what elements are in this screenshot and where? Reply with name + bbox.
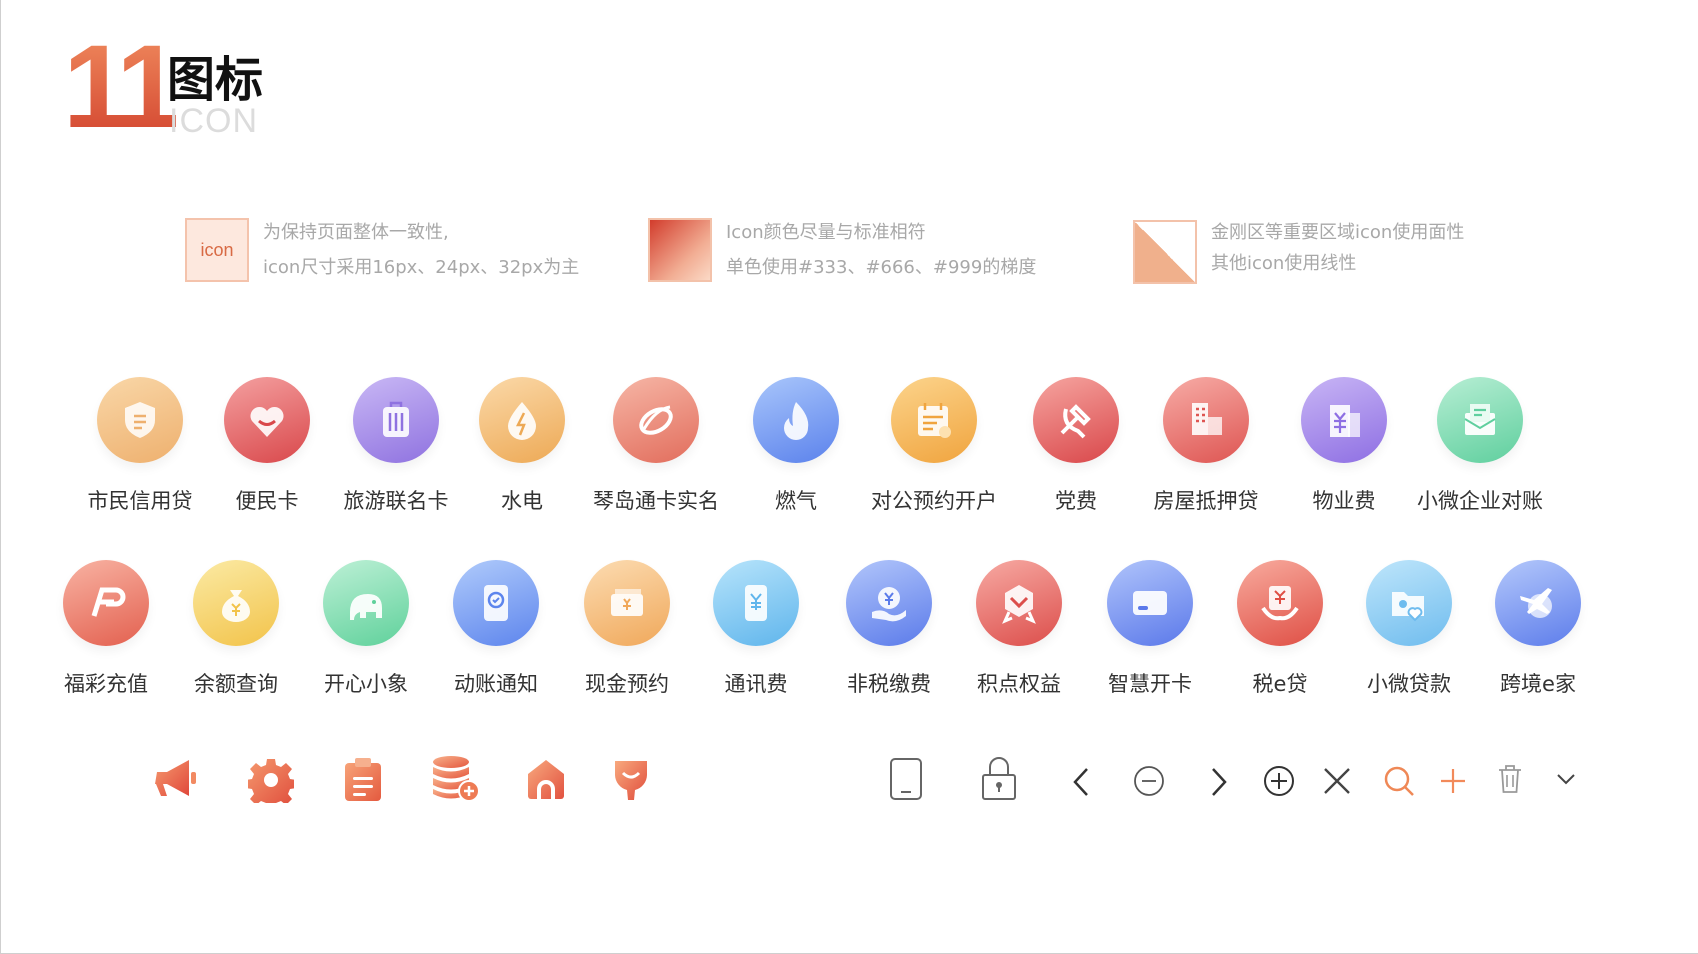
card-icon bbox=[1107, 560, 1193, 646]
cash-icon bbox=[584, 560, 670, 646]
phone-notify-icon bbox=[453, 560, 539, 646]
search-icon[interactable] bbox=[1383, 765, 1415, 797]
app-entry-label: 跨境e家 bbox=[1500, 672, 1576, 696]
app-entry-label: 对公预约开户 bbox=[871, 489, 997, 513]
app-entry-label: 燃气 bbox=[775, 489, 817, 513]
medal-icon bbox=[976, 560, 1062, 646]
database-icon bbox=[433, 756, 480, 802]
app-entry-calendar[interactable]: 对公预约开户 bbox=[854, 377, 1014, 515]
building-icon bbox=[1163, 377, 1249, 463]
section-number: 11 bbox=[63, 21, 182, 153]
rule-text-line: 为保持页面整体一致性, bbox=[263, 222, 449, 243]
plus-circle-icon[interactable] bbox=[1263, 765, 1295, 797]
fill-line-swatch bbox=[1133, 220, 1197, 284]
megaphone-icon bbox=[155, 760, 196, 796]
envelope-icon bbox=[1437, 377, 1523, 463]
shield-icon bbox=[97, 377, 183, 463]
gear-icon bbox=[248, 759, 294, 803]
ring-icon bbox=[613, 377, 699, 463]
plus-icon[interactable] bbox=[1439, 767, 1467, 795]
section-subtitle: ICON bbox=[169, 102, 258, 140]
plane-globe-icon bbox=[1495, 560, 1581, 646]
chat-avatar-icon bbox=[615, 761, 647, 800]
elephant-icon bbox=[323, 560, 409, 646]
chevron-left-icon[interactable] bbox=[1071, 767, 1091, 797]
app-entry-label: 小微企业对账 bbox=[1417, 489, 1543, 513]
app-entry-ring[interactable]: 琴岛通卡实名 bbox=[576, 377, 736, 515]
folder-heart-icon bbox=[1366, 560, 1452, 646]
trash-icon[interactable] bbox=[1497, 763, 1523, 795]
chevron-right-icon[interactable] bbox=[1209, 767, 1229, 797]
section-title: 图标 bbox=[167, 52, 264, 108]
rule-text-line: 其他icon使用线性 bbox=[1211, 253, 1357, 274]
calendar-icon bbox=[891, 377, 977, 463]
icon-guideline-page: 11 图标 ICON icon 为保持页面整体一致性, icon尺寸采用16px… bbox=[0, 0, 1698, 954]
app-entry-envelope[interactable]: 小微企业对账 bbox=[1400, 377, 1560, 515]
flame-icon bbox=[753, 377, 839, 463]
mobile-phone-icon bbox=[890, 758, 922, 800]
home-icon bbox=[528, 760, 564, 799]
app-entry-flame[interactable]: 燃气 bbox=[716, 377, 876, 515]
close-icon[interactable] bbox=[1323, 767, 1351, 795]
hand-coin-icon bbox=[846, 560, 932, 646]
phone-yuan-icon bbox=[713, 560, 799, 646]
rule-text-line: 金刚区等重要区域icon使用面性 bbox=[1211, 222, 1465, 243]
lock-icon bbox=[982, 757, 1016, 800]
small-icon-row bbox=[1, 755, 1698, 815]
app-entry-label: 房屋抵押贷 bbox=[1153, 489, 1259, 513]
money-bag-icon bbox=[193, 560, 279, 646]
suitcase-icon bbox=[353, 377, 439, 463]
icon-size-swatch: icon bbox=[185, 218, 249, 282]
water-electric-icon bbox=[479, 377, 565, 463]
chevron-down-icon[interactable] bbox=[1555, 771, 1577, 787]
hammer-sickle-icon bbox=[1033, 377, 1119, 463]
rule-text-line: Icon颜色尽量与标准相符 bbox=[726, 222, 926, 243]
gradient-swatch bbox=[648, 218, 712, 282]
heart-card-icon bbox=[224, 377, 310, 463]
lottery-icon bbox=[63, 560, 149, 646]
rule-text-line: 单色使用#333、#666、#999的梯度 bbox=[726, 257, 1037, 278]
tax-loan-icon bbox=[1237, 560, 1323, 646]
minus-circle-icon[interactable] bbox=[1133, 765, 1165, 797]
app-entry-plane-globe[interactable]: 跨境e家 bbox=[1458, 560, 1618, 698]
app-entry-building[interactable]: 房屋抵押贷 bbox=[1126, 377, 1286, 515]
app-entry-label: 琴岛通卡实名 bbox=[593, 489, 719, 513]
clipboard-icon bbox=[345, 758, 381, 801]
rule-text-line: icon尺寸采用16px、24px、32px为主 bbox=[263, 257, 580, 278]
property-icon bbox=[1301, 377, 1387, 463]
